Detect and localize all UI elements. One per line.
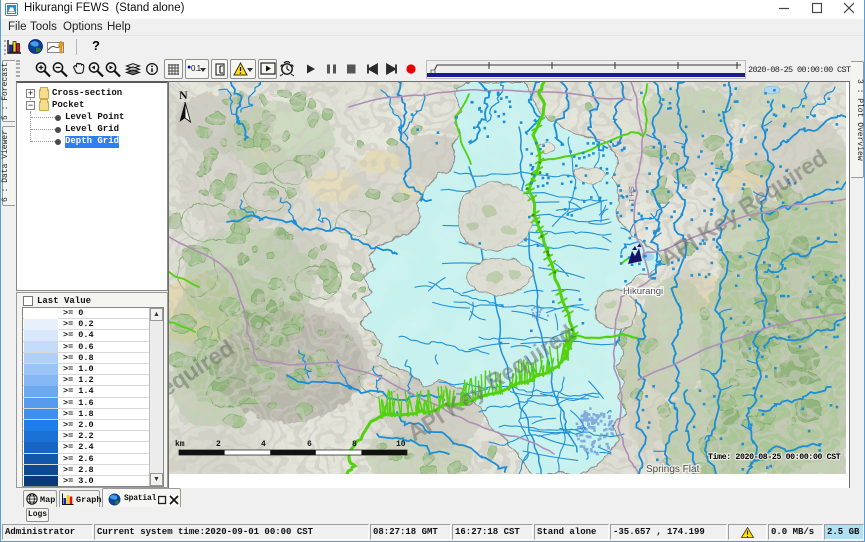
svg-text:Springs Flat: Springs Flat	[646, 464, 700, 474]
svg-text:km: km	[175, 440, 185, 449]
svg-text:N: N	[179, 88, 188, 102]
svg-text:4: 4	[261, 440, 266, 449]
svg-text:6: 6	[307, 440, 312, 449]
svg-text:SH 1: SH 1	[627, 186, 636, 203]
svg-text:Time: 2020-08-25 00:00:00 CST: Time: 2020-08-25 00:00:00 CST	[708, 452, 841, 462]
svg-text:Hikurangi: Hikurangi	[623, 286, 663, 297]
svg-text:8: 8	[352, 440, 357, 449]
svg-text:2: 2	[216, 440, 221, 449]
svg-text:10: 10	[396, 440, 406, 449]
